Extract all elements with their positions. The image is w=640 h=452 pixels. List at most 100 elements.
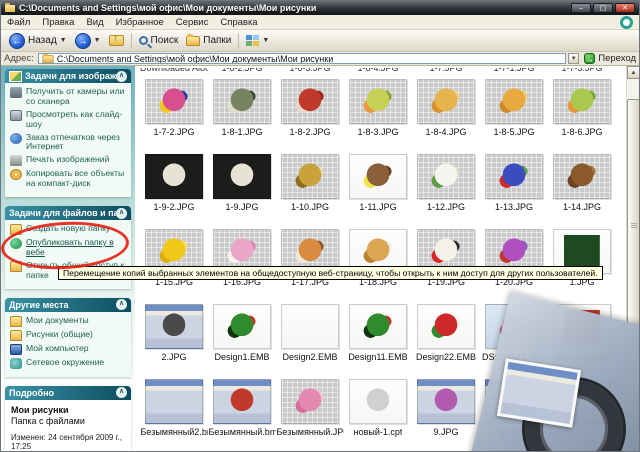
panel-header-file-tasks[interactable]: Задачи для файлов и папок∧ — [5, 206, 131, 220]
file-item[interactable]: goncaya.EMB — [548, 300, 616, 375]
thumbnail — [281, 379, 339, 424]
up-button[interactable] — [105, 30, 128, 51]
address-input[interactable]: C:\Documents and Settings\мой офис\Мои д… — [37, 53, 567, 64]
menu-item[interactable]: Правка — [42, 17, 74, 28]
file-item[interactable] — [548, 375, 616, 450]
menu-item[interactable]: Вид — [86, 17, 103, 28]
file-item[interactable]: Безымянный.JPG — [276, 375, 344, 450]
sidebar-item[interactable]: Копировать все объекты на компакт-диск — [10, 168, 128, 189]
file-name: 1-9-2.JPG — [153, 202, 195, 212]
file-item[interactable]: 1-8-5.JPG — [480, 75, 548, 150]
thumbnail — [553, 79, 611, 124]
menu-item[interactable]: Файл — [7, 17, 30, 28]
sidebar-item[interactable]: Опубликовать папку в вебе — [10, 237, 128, 258]
file-item[interactable]: 1-8-6.JPG — [548, 75, 616, 150]
file-item[interactable]: Безымянный2.bmp — [140, 375, 208, 450]
sidebar: Задачи для изображений∧ Получить от камер… — [1, 66, 135, 450]
search-button[interactable]: Поиск — [135, 30, 183, 51]
sidebar-item[interactable]: Заказ отпечатков через Интернет — [10, 132, 128, 153]
file-item[interactable]: 1-19.JPG — [412, 225, 480, 300]
maximize-button[interactable]: ▢ — [593, 3, 613, 13]
file-item[interactable]: 1-8-2.JPG — [276, 75, 344, 150]
file-name: 1-12.JPG — [426, 202, 466, 212]
scroll-down-icon[interactable]: ▼ — [627, 437, 639, 450]
file-name: новый-1.cpt — [353, 427, 403, 437]
picture-tasks-icon — [9, 70, 22, 82]
file-item[interactable]: 2.JPG — [140, 300, 208, 375]
file-item[interactable]: 1-10.JPG — [276, 150, 344, 225]
menu-item[interactable]: Сервис — [176, 17, 209, 28]
sidebar-item[interactable]: Печать изображений — [10, 154, 128, 167]
file-item[interactable]: Безымянный.bmp — [208, 375, 276, 450]
panel-header-details[interactable]: Подробно ∧ — [5, 385, 131, 400]
file-item[interactable]: Design11.EMB — [344, 300, 412, 375]
sidebar-item[interactable]: Просмотреть как слайд-шоу — [10, 109, 128, 130]
go-button[interactable]: → Переход — [584, 53, 636, 64]
file-item[interactable]: Design2.EMB — [276, 300, 344, 375]
menu-bar: Файл Правка Вид Избранное Сервис Справка — [1, 15, 639, 30]
sidebar-item[interactable]: Создать новую папку — [10, 223, 128, 235]
file-item[interactable]: Design22.EMB — [412, 300, 480, 375]
file-item[interactable]: 1-20.JPG — [480, 225, 548, 300]
file-item[interactable]: 1-11.JPG — [344, 150, 412, 225]
file-item[interactable]: 1-13.JPG — [480, 150, 548, 225]
folders-button[interactable]: Папки — [182, 30, 235, 51]
file-item[interactable]: 1.JPG — [548, 225, 616, 300]
close-button[interactable]: ✕ — [615, 3, 635, 13]
file-item[interactable]: 1-16.JPG — [208, 225, 276, 300]
forward-dropdown-icon[interactable]: ▼ — [94, 37, 101, 44]
back-button[interactable]: ← Назад ▼ — [5, 30, 71, 51]
file-item[interactable]: 1-17.JPG — [276, 225, 344, 300]
file-name: 9.JPG — [433, 427, 459, 437]
file-item[interactable]: 1-8-3.JPG — [344, 75, 412, 150]
file-item[interactable]: 9.JPG — [412, 375, 480, 450]
sidebar-item-label: Сетевое окружение — [26, 356, 105, 367]
up-folder-icon — [108, 33, 124, 46]
file-item[interactable]: 1-14.JPG — [548, 150, 616, 225]
menu-item[interactable]: Избранное — [116, 17, 164, 28]
sidebar-item[interactable]: Мой компьютер — [10, 343, 128, 355]
sidebar-item[interactable]: Мои документы — [10, 315, 128, 327]
file-item[interactable]: 1-18.JPG — [344, 225, 412, 300]
menu-item[interactable]: Справка — [220, 17, 257, 28]
chevron-up-icon[interactable]: ∧ — [116, 207, 127, 219]
thumbnail — [281, 304, 339, 349]
sidebar-item-label: Получить от камеры или со сканера — [26, 86, 125, 106]
chevron-up-icon[interactable]: ∧ — [116, 299, 127, 310]
sidebar-item-label: Печать изображений — [26, 154, 110, 165]
back-dropdown-icon[interactable]: ▼ — [60, 37, 67, 44]
sidebar-item[interactable]: Сетевое окружение — [10, 356, 128, 369]
views-dropdown-icon[interactable]: ▼ — [262, 37, 269, 44]
file-item[interactable]: новый-1.cpt — [344, 375, 412, 450]
chevron-up-icon[interactable]: ∧ — [116, 70, 127, 82]
file-item[interactable]: 1-9.JPG — [208, 150, 276, 225]
panel-header-picture-tasks[interactable]: Задачи для изображений∧ — [5, 69, 131, 83]
sidebar-item[interactable]: Получить от камеры или со сканера — [10, 86, 128, 107]
file-name: 1-8-4.JPG — [425, 127, 467, 137]
file-name: 1-10.JPG — [290, 202, 330, 212]
file-item[interactable]: 1-12.JPG — [412, 150, 480, 225]
forward-button[interactable]: → ▼ — [71, 30, 105, 51]
sidebar-item[interactable]: Рисунки (общие) — [10, 329, 128, 341]
file-item[interactable]: Design1.EMB — [208, 300, 276, 375]
file-name: 1-9.JPG — [225, 202, 259, 212]
file-item[interactable]: 1-7-2.JPG — [140, 75, 208, 150]
thumbnail — [213, 379, 271, 424]
address-dropdown-icon[interactable]: ▼ — [568, 53, 580, 64]
scroll-up-icon[interactable]: ▲ — [627, 66, 639, 79]
file-item[interactable]: 1-8-1.JPG — [208, 75, 276, 150]
thumbnail — [553, 154, 611, 199]
views-button[interactable]: ▼ — [242, 30, 273, 51]
file-item[interactable]: 1-9-2.JPG — [140, 150, 208, 225]
file-item[interactable]: 10.JPG — [480, 375, 548, 450]
panel-header-other-places[interactable]: Другие места ∧ — [5, 297, 131, 312]
thumbnail — [485, 379, 543, 424]
vertical-scrollbar[interactable]: ▲ ▼ — [626, 66, 639, 450]
minimize-button[interactable]: – — [571, 3, 591, 13]
scrollbar-thumb[interactable] — [627, 99, 639, 351]
chevron-up-icon[interactable]: ∧ — [116, 387, 127, 398]
file-item[interactable]: 1-15.JPG — [140, 225, 208, 300]
file-item[interactable]: 1-8-4.JPG — [412, 75, 480, 150]
file-item[interactable]: DSC03949.JPG — [480, 300, 548, 375]
go-label: Переход — [598, 53, 636, 64]
